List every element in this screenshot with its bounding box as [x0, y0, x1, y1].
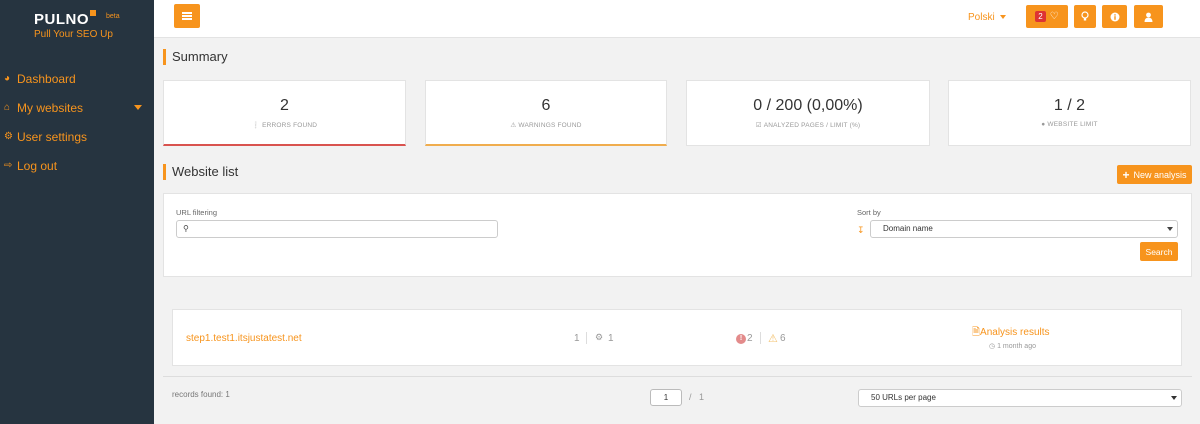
analysis-results-link[interactable]: 🗎Analysis results [972, 325, 1050, 342]
notifications-button[interactable]: 2 ♡ [1026, 5, 1068, 28]
analysis-results-label: Analysis results [980, 327, 1050, 338]
clock-icon: ◷ [989, 343, 996, 350]
caret-down-icon [134, 105, 142, 110]
website-limit-label: WEBSITE LIMIT [1047, 121, 1098, 128]
per-page-select[interactable]: 50 URLs per page [858, 389, 1182, 407]
analyzed-pages-value: 0 / 200 (0,00%) [753, 97, 863, 114]
notification-count-badge: 2 [1035, 11, 1046, 22]
bell-icon: ♡ [1049, 11, 1059, 22]
error-circle-icon: ! [736, 334, 746, 344]
language-dropdown[interactable]: Polski [968, 12, 1006, 23]
last-analysis-time: ◷ 1 month ago [989, 342, 1036, 350]
errors-count: 2 [280, 97, 289, 114]
search-icon: ⚲ [183, 224, 189, 233]
info-button[interactable] [1102, 5, 1127, 28]
logo-dot-icon [90, 10, 96, 16]
beta-badge: beta [106, 13, 120, 20]
warning-triangle-icon: ⚠ [768, 333, 778, 345]
cogs-icon: ⚙ [4, 131, 13, 142]
url-filter-input[interactable] [195, 222, 493, 236]
analyzed-pages-label-row: ☑ ANALYZED PAGES / LIMIT (%) [687, 121, 929, 129]
errors-label-row: ❕ ERRORS FOUND [164, 121, 405, 129]
globe-icon: ● [1041, 121, 1046, 128]
sort-alpha-icon: ↧ [857, 225, 865, 235]
sidebar-item-dashboard[interactable]: ◕ Dashboard [0, 64, 154, 93]
per-page-value: 50 URLs per page [871, 393, 936, 402]
caret-down-icon [1171, 396, 1177, 400]
page-separator: / [689, 392, 692, 402]
user-menu-button[interactable] [1134, 5, 1163, 28]
sidebar-item-label: Log out [17, 158, 58, 173]
website-limit-value: 1 / 2 [1053, 97, 1086, 114]
caret-down-icon [1167, 227, 1173, 231]
total-pages: 1 [699, 392, 705, 402]
records-found: records found: 1 [172, 390, 230, 399]
sidebar-item-log-out[interactable]: ⇨ Log out [0, 151, 154, 180]
check-square-icon: ☑ [755, 122, 762, 129]
user-icon [1144, 12, 1153, 22]
row-warnings-count: 6 [780, 333, 786, 344]
document-icon: 🗎 [972, 327, 981, 338]
menu-toggle-button[interactable] [174, 4, 200, 28]
top-bar: Polski 2 ♡ [154, 0, 1200, 38]
sidebar-item-label: Dashboard [17, 71, 76, 86]
warning-triangle-icon: ⚠ [510, 122, 517, 129]
warnings-label: WARNINGS FOUND [518, 122, 582, 129]
caret-down-icon [999, 15, 1006, 20]
url-filter-label: URL filtering [176, 208, 217, 217]
exclamation-circle-icon: ❕ [251, 122, 261, 129]
time-ago-label: 1 month ago [997, 343, 1036, 350]
sidebar-item-label: My websites [17, 100, 84, 115]
menu-icon [182, 12, 192, 20]
errors-card: 2 ❕ ERRORS FOUND [163, 80, 406, 146]
sort-by-label: Sort by [857, 208, 881, 217]
warnings-count: 6 [541, 97, 551, 114]
errors-label: ERRORS FOUND [262, 122, 318, 129]
logo-tagline: Pull Your SEO Up [34, 29, 113, 40]
cogs-icon: ⚙ [595, 332, 604, 342]
pages-count: 1 [574, 333, 580, 344]
sort-by-select[interactable]: Domain name [870, 220, 1178, 238]
info-icon [1110, 12, 1119, 21]
analyzed-pages-label: ANALYZED PAGES / LIMIT (%) [763, 122, 861, 129]
dashboard-icon: ◕ [4, 73, 11, 84]
sort-by-value: Domain name [883, 224, 933, 233]
new-analysis-button[interactable]: + New analysis [1117, 165, 1192, 184]
analyzed-pages-card: 0 / 200 (0,00%) ☑ ANALYZED PAGES / LIMIT … [686, 80, 930, 146]
logo-title: PULNO [34, 11, 89, 28]
website-row: step1.test1.itsjustatest.net 1 ⚙ 1 ! 2 ⚠… [172, 309, 1182, 366]
list-divider [163, 376, 1192, 377]
sidebar-item-label: User settings [17, 129, 88, 144]
language-label: Polski [968, 12, 995, 23]
sidebar-item-user-settings[interactable]: ⚙ User settings [0, 122, 154, 151]
row-errors-count: 2 [747, 333, 753, 344]
warnings-label-row: ⚠ WARNINGS FOUND [426, 121, 666, 129]
search-button[interactable]: Search [1140, 242, 1178, 261]
sidebar-nav: ◕ Dashboard ⌂ My websites ⚙ User setting… [0, 64, 154, 180]
divider [760, 332, 761, 344]
page-number-input[interactable]: 1 [650, 389, 682, 406]
hints-button[interactable] [1074, 5, 1096, 28]
divider [586, 332, 587, 344]
logo[interactable]: PULNO beta Pull Your SEO Up [34, 10, 120, 40]
warnings-card: 6 ⚠ WARNINGS FOUND [425, 80, 667, 146]
sidebar-item-my-websites[interactable]: ⌂ My websites [0, 93, 154, 122]
home-icon: ⌂ [4, 102, 11, 113]
filter-panel: URL filtering ⚲ Sort by ↧ Domain name Se… [163, 193, 1192, 277]
sidebar: PULNO beta Pull Your SEO Up ◕ Dashboard … [0, 0, 154, 424]
website-domain-link[interactable]: step1.test1.itsjustatest.net [186, 333, 302, 344]
summary-heading: Summary [163, 49, 228, 65]
plus-icon: + [1122, 167, 1130, 182]
sign-out-icon: ⇨ [4, 160, 13, 171]
new-analysis-label: New analysis [1133, 169, 1187, 180]
lightbulb-icon [1081, 11, 1089, 21]
website-limit-label-row: ● WEBSITE LIMIT [949, 121, 1190, 128]
website-limit-card: 1 / 2 ● WEBSITE LIMIT [948, 80, 1191, 146]
subpages-count: 1 [608, 333, 614, 344]
url-filter-field[interactable]: ⚲ [176, 220, 498, 238]
website-list-heading: Website list [163, 164, 238, 180]
